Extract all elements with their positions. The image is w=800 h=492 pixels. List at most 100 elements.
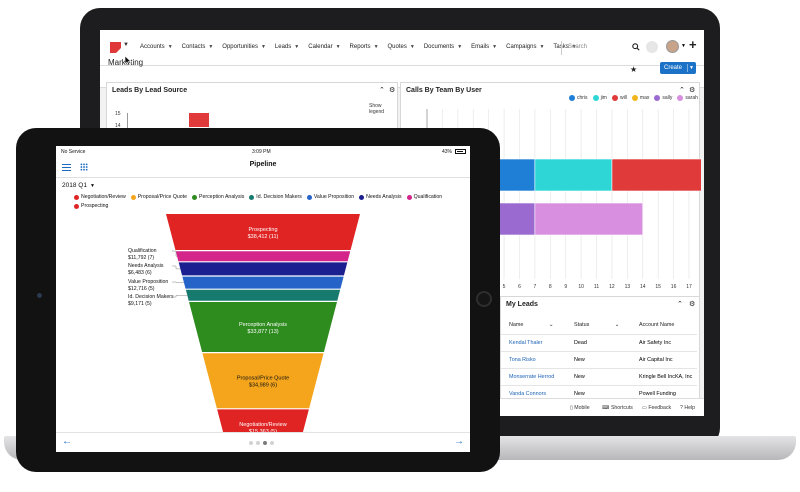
stage-name-label: Prospecting	[248, 227, 277, 233]
create-divider	[687, 64, 688, 72]
column-header-status[interactable]: Status ⌄	[574, 317, 619, 333]
lead-name-link[interactable]: Monserrate Herrod	[509, 369, 554, 385]
logo-menu-caret-icon[interactable]: ▼	[123, 42, 129, 48]
x-tick-label: 10	[578, 284, 584, 290]
lead-status: New	[574, 357, 585, 363]
funnel-stage-value-proposition[interactable]	[182, 276, 344, 289]
mobile-label: Mobile	[574, 405, 590, 411]
chevron-down-icon: ▼	[373, 44, 379, 50]
sort-icon[interactable]: ⌄	[547, 322, 554, 328]
x-tick-label: 9	[564, 284, 567, 290]
tablet-home-button[interactable]	[476, 291, 492, 307]
stage-name-label: Perception Analysis	[239, 322, 287, 328]
nav-item-label: Reports	[349, 44, 371, 50]
nav-item-documents[interactable]: Documents ▼	[424, 44, 462, 50]
chevron-down-icon: ▼	[409, 44, 415, 50]
nav-item-label: Documents	[423, 44, 455, 50]
chevron-down-icon: ▼	[294, 44, 300, 50]
create-button[interactable]: Create ▼	[660, 62, 696, 74]
lead-name-link[interactable]: Kendal Thaler	[509, 335, 542, 351]
quick-create-plus-icon[interactable]: +	[689, 37, 697, 52]
nav-item-contacts[interactable]: Contacts ▼	[182, 44, 214, 50]
nav-divider	[561, 41, 562, 55]
chevron-down-icon: ▼	[335, 44, 341, 50]
top-navigation-bar: ▼ Accounts ▼ Contacts ▼ Opportunities ▼ Leads ▼…	[100, 30, 704, 66]
stage-name-label: Proposal/Price Quote	[237, 376, 289, 382]
feedback-link[interactable]: ▭ Feedback	[642, 405, 671, 411]
nav-item-reports[interactable]: Reports ▼	[350, 44, 379, 50]
funnel-stage-id-decision-makers[interactable]	[185, 289, 341, 301]
page-dot[interactable]	[256, 441, 260, 445]
nav-item-calendar[interactable]: Calendar ▼	[308, 44, 340, 50]
collapse-icon[interactable]: ⌃	[379, 86, 385, 94]
chevron-down-icon: ▼	[457, 44, 463, 50]
search-icon[interactable]	[632, 43, 640, 51]
bar-segment-will[interactable]	[611, 158, 701, 192]
funnel-stage-needs-analysis[interactable]	[178, 262, 348, 276]
help-link[interactable]: ? Help	[680, 405, 695, 411]
bar-segment-sarah[interactable]	[534, 202, 644, 236]
x-tick-label: 14	[640, 284, 646, 290]
bar-segment-jim[interactable]	[534, 158, 613, 192]
mouse-cursor-icon	[125, 56, 132, 66]
footer-bar: ▯ Mobile ⌨ Shortcuts ▭ Feedback ? Help	[496, 398, 704, 416]
x-tick-label: 6	[518, 284, 521, 290]
dashlet-title: My Leads	[506, 301, 538, 308]
shortcuts-label: Shortcuts	[610, 405, 633, 411]
sort-icon[interactable]: ⌄	[613, 322, 620, 328]
x-tick-label: 13	[625, 284, 631, 290]
favorite-star-icon[interactable]: ★	[630, 65, 637, 74]
chevron-down-icon: ▼	[492, 44, 498, 50]
help-label: Help	[684, 405, 695, 411]
lead-account: Air Safety Inc	[639, 340, 672, 346]
funnel-stage-qualification[interactable]	[175, 251, 351, 262]
callout-stage-value: $11,792 (7)	[128, 255, 154, 261]
settings-gear-icon[interactable]: ⚙	[689, 300, 695, 308]
page-dot[interactable]	[263, 441, 267, 445]
table-header-row: Name ⌄ Status ⌄ Account Name	[501, 317, 697, 334]
lead-name-link[interactable]: Tona Risko	[509, 352, 536, 368]
shortcuts-link[interactable]: ⌨ Shortcuts	[602, 405, 633, 411]
user-avatar[interactable]	[666, 40, 679, 53]
nav-item-emails[interactable]: Emails ▼	[471, 44, 497, 50]
notifications-button[interactable]	[646, 41, 658, 53]
tablet-camera	[37, 293, 42, 298]
callout-connector	[172, 295, 188, 298]
column-header-account-name[interactable]: Account Name	[639, 317, 674, 333]
nav-item-campaigns[interactable]: Campaigns ▼	[506, 44, 544, 50]
create-caret-icon[interactable]: ▼	[689, 62, 694, 74]
arrow-right-icon[interactable]: →	[454, 436, 464, 447]
x-tick-label: 7	[533, 284, 536, 290]
nav-item-opportunities[interactable]: Opportunities ▼	[222, 44, 266, 50]
y-tick-label: 15	[115, 111, 121, 117]
column-header-name[interactable]: Name ⌄	[509, 317, 553, 333]
stage-value-label: $38,412 (11)	[248, 234, 279, 240]
show-legend-link[interactable]: Show legend	[369, 103, 397, 115]
callout-stage-value: $9,171 (5)	[128, 301, 152, 307]
nav-item-accounts[interactable]: Accounts ▼	[140, 44, 173, 50]
nav-item-leads[interactable]: Leads ▼	[275, 44, 299, 50]
app-logo-icon[interactable]	[110, 42, 121, 53]
tablet-screen: No Service 3:09 PM 43% Pipeline 2018 Q1 ▼…	[56, 146, 470, 452]
global-search-input[interactable]: Search	[568, 44, 587, 50]
arrow-left-icon[interactable]: ←	[62, 436, 72, 447]
x-tick-label: 5	[503, 284, 506, 290]
page-dot[interactable]	[270, 441, 274, 445]
mobile-link[interactable]: ▯ Mobile	[570, 405, 590, 411]
feedback-label: Feedback	[648, 405, 672, 411]
callout-stage-name: Needs Analysis	[128, 263, 164, 269]
nav-item-label: Leads	[274, 44, 292, 50]
callout-stage-value: $6,483 (6)	[128, 270, 152, 276]
page-dot[interactable]	[249, 441, 253, 445]
nav-item-label: Campaigns	[506, 44, 537, 50]
nav-item-quotes[interactable]: Quotes ▼	[388, 44, 415, 50]
lead-account: Air Capital Inc	[639, 357, 673, 363]
user-menu-caret-icon[interactable]: ▼	[681, 43, 686, 49]
x-tick-label: 11	[594, 284, 599, 290]
collapse-icon[interactable]: ⌃	[677, 300, 683, 308]
stage-value-label: $33,877 (13)	[247, 329, 278, 335]
callout-connector	[172, 265, 181, 270]
chevron-down-icon: ▼	[208, 44, 214, 50]
callout-stage-name: Value Proposition	[128, 279, 168, 285]
settings-gear-icon[interactable]: ⚙	[389, 86, 395, 94]
